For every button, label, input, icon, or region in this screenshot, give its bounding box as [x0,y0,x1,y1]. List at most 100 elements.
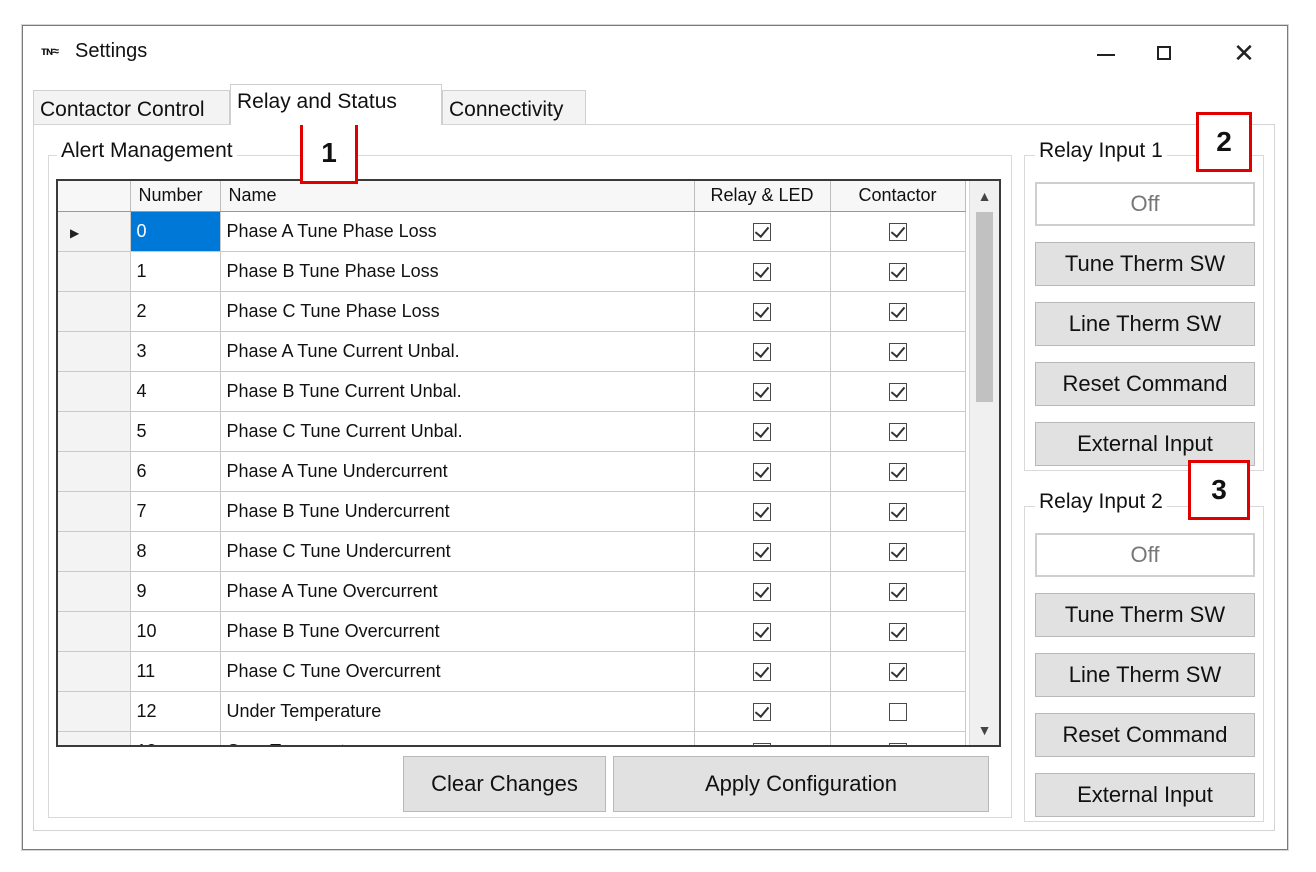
relay-led-checkbox[interactable] [753,262,771,281]
cell-name[interactable]: Phase A Tune Undercurrent [220,451,695,492]
cell-name[interactable]: Phase A Tune Phase Loss [220,211,695,252]
contactor-checkbox[interactable] [888,342,907,361]
contactor-checkbox[interactable] [888,622,907,641]
column-header-relay-led[interactable]: Relay & LED [694,181,831,212]
minimize-button[interactable] [1083,36,1129,70]
contactor-checkbox[interactable] [888,462,907,481]
table-row[interactable]: 1 Phase B Tune Phase Loss [58,251,966,292]
cell-number[interactable]: 6 [130,451,221,492]
column-header-number[interactable]: Number [130,181,221,212]
table-row[interactable]: 11 Phase C Tune Overcurrent [58,651,966,692]
cell-number[interactable]: 12 [130,691,221,732]
relay-led-checkbox[interactable] [753,582,771,601]
table-row[interactable]: 5 Phase C Tune Current Unbal. [58,411,966,452]
cell-number[interactable]: 10 [130,611,221,652]
table-row[interactable]: 4 Phase B Tune Current Unbal. [58,371,966,412]
table-row[interactable]: 13Over Temperature [58,731,966,745]
cell-number[interactable]: 2 [130,291,221,332]
close-button[interactable]: ✕ [1221,36,1267,70]
contactor-checkbox[interactable] [888,702,907,721]
table-row[interactable]: 8 Phase C Tune Undercurrent [58,531,966,572]
row-header[interactable] [58,691,131,732]
cell-name[interactable]: Under Temperature [220,691,695,732]
table-row[interactable]: 7 Phase B Tune Undercurrent [58,491,966,532]
cell-name[interactable]: Phase C Tune Overcurrent [220,651,695,692]
contactor-checkbox[interactable] [888,742,907,745]
cell-number[interactable]: 3 [130,331,221,372]
relay-led-checkbox[interactable] [753,302,771,321]
relay-2-external-input-button[interactable]: External Input [1035,773,1255,817]
cell-name[interactable]: Phase C Tune Undercurrent [220,531,695,572]
contactor-checkbox[interactable] [888,542,907,561]
row-header[interactable] [58,251,131,292]
relay-led-checkbox[interactable] [753,462,771,481]
table-row[interactable]: 3 Phase A Tune Current Unbal. [58,331,966,372]
row-header[interactable] [58,611,131,652]
relay-led-checkbox[interactable] [753,542,771,561]
scroll-up-arrow-icon[interactable]: ▲ [970,181,999,211]
apply-configuration-button[interactable]: Apply Configuration [613,756,989,812]
cell-number[interactable]: 8 [130,531,221,572]
title-bar[interactable]: ᴛɴ≈ Settings ✕ [23,26,1287,78]
tab-relay-and-status[interactable]: Relay and Status [230,84,442,125]
cell-number[interactable]: 9 [130,571,221,612]
row-header[interactable] [58,571,131,612]
row-header[interactable] [58,411,131,452]
relay-1-reset-command-button[interactable]: Reset Command [1035,362,1255,406]
column-header-name[interactable]: Name [220,181,695,212]
cell-name[interactable]: Phase B Tune Undercurrent [220,491,695,532]
cell-name[interactable]: Phase A Tune Current Unbal. [220,331,695,372]
contactor-checkbox[interactable] [888,302,907,321]
cell-number[interactable]: 5 [130,411,221,452]
cell-number[interactable]: 13 [130,731,221,745]
grid-vertical-scrollbar[interactable]: ▲ ▼ [969,181,999,745]
relay-led-checkbox[interactable] [753,422,771,441]
table-row[interactable]: 10 Phase B Tune Overcurrent [58,611,966,652]
relay-led-checkbox[interactable] [753,662,771,681]
alert-grid[interactable]: Number Name Relay & LED Contactor ▶ 0 Phas… [56,179,1001,747]
contactor-checkbox[interactable] [888,262,907,281]
cell-name[interactable]: Phase C Tune Current Unbal. [220,411,695,452]
row-header[interactable] [58,531,131,572]
row-header[interactable]: ▶ [58,211,131,252]
cell-number[interactable]: 0 [130,211,221,252]
relay-2-tune-therm-sw-button[interactable]: Tune Therm SW [1035,593,1255,637]
cell-number[interactable]: 4 [130,371,221,412]
relay-led-checkbox[interactable] [753,702,771,721]
cell-name[interactable]: Phase B Tune Overcurrent [220,611,695,652]
contactor-checkbox[interactable] [888,422,907,441]
relay-led-checkbox[interactable] [753,502,771,521]
cell-number[interactable]: 11 [130,651,221,692]
tab-connectivity[interactable]: Connectivity [442,90,586,124]
contactor-checkbox[interactable] [888,662,907,681]
cell-name[interactable]: Over Temperature [220,731,695,745]
contactor-checkbox[interactable] [888,222,907,241]
table-row[interactable]: ▶ 0 Phase A Tune Phase Loss [58,211,966,252]
relay-2-line-therm-sw-button[interactable]: Line Therm SW [1035,653,1255,697]
table-row[interactable]: 2 Phase C Tune Phase Loss [58,291,966,332]
table-row[interactable]: 12 Under Temperature [58,691,966,732]
contactor-checkbox[interactable] [888,382,907,401]
row-header[interactable] [58,371,131,412]
relay-2-reset-command-button[interactable]: Reset Command [1035,713,1255,757]
cell-name[interactable]: Phase B Tune Phase Loss [220,251,695,292]
relay-1-tune-therm-sw-button[interactable]: Tune Therm SW [1035,242,1255,286]
row-header[interactable] [58,331,131,372]
cell-name[interactable]: Phase A Tune Overcurrent [220,571,695,612]
row-header[interactable] [58,651,131,692]
scroll-down-arrow-icon[interactable]: ▼ [970,715,999,745]
tab-contactor-control[interactable]: Contactor Control [33,90,230,124]
relay-led-checkbox[interactable] [753,742,771,745]
column-header-contactor[interactable]: Contactor [830,181,966,212]
contactor-checkbox[interactable] [888,502,907,521]
cell-number[interactable]: 7 [130,491,221,532]
clear-changes-button[interactable]: Clear Changes [403,756,606,812]
relay-led-checkbox[interactable] [753,622,771,641]
scroll-thumb[interactable] [976,212,993,402]
row-header[interactable] [58,731,131,745]
relay-led-checkbox[interactable] [753,382,771,401]
row-header[interactable] [58,451,131,492]
table-row[interactable]: 6 Phase A Tune Undercurrent [58,451,966,492]
cell-number[interactable]: 1 [130,251,221,292]
cell-name[interactable]: Phase C Tune Phase Loss [220,291,695,332]
